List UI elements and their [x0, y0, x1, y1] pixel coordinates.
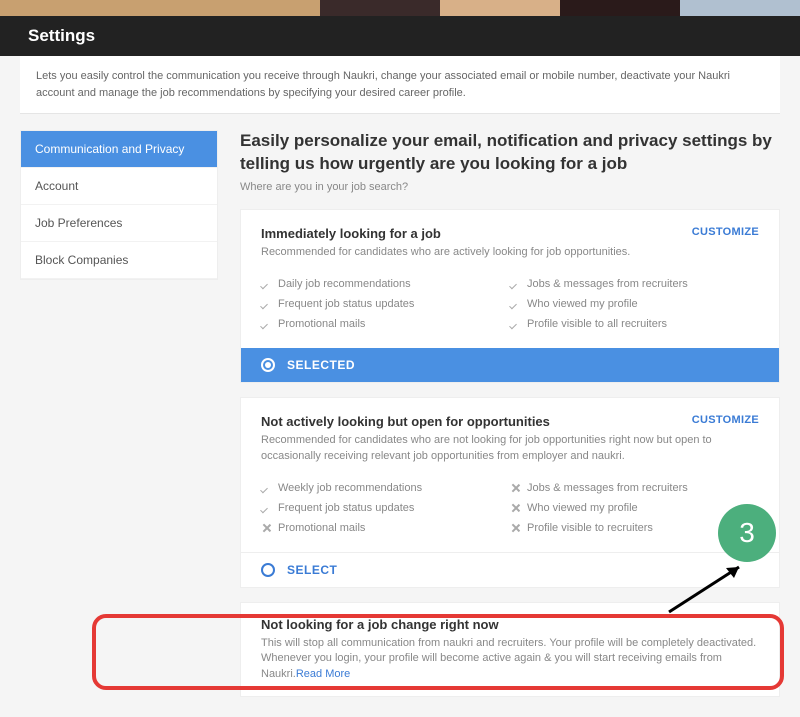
customize-button[interactable]: CUSTOMIZE [692, 226, 759, 238]
option-card-open: Not actively looking but open for opport… [240, 397, 780, 588]
sidebar-item-communication-privacy[interactable]: Communication and Privacy [21, 131, 217, 168]
x-icon [510, 523, 521, 534]
annotation-step-badge: 3 [718, 504, 776, 562]
feature-item: Profile visible to all recruiters [510, 314, 759, 334]
feature-label: Profile visible to all recruiters [527, 318, 667, 330]
feature-label: Profile visible to recruiters [527, 522, 653, 534]
customize-button[interactable]: CUSTOMIZE [692, 414, 759, 426]
check-icon [261, 483, 272, 494]
feature-label: Frequent job status updates [278, 502, 414, 514]
feature-label: Jobs & messages from recruiters [527, 482, 688, 494]
x-icon [510, 503, 521, 514]
option-title: Not looking for a job change right now [261, 617, 759, 632]
feature-item: Jobs & messages from recruiters [510, 478, 759, 498]
check-icon [510, 319, 521, 330]
radio-selected-icon [261, 358, 275, 372]
sidebar-item-block-companies[interactable]: Block Companies [21, 242, 217, 279]
feature-label: Daily job recommendations [278, 278, 411, 290]
sidebar-item-account[interactable]: Account [21, 168, 217, 205]
option-title: Immediately looking for a job [261, 226, 441, 241]
radio-unselected-icon [261, 563, 275, 577]
check-icon [261, 319, 272, 330]
check-icon [261, 503, 272, 514]
feature-label: Promotional mails [278, 318, 365, 330]
check-icon [510, 299, 521, 310]
check-icon [261, 279, 272, 290]
feature-item: Promotional mails [261, 314, 510, 334]
select-bar[interactable]: SELECT [241, 552, 779, 587]
feature-item: Frequent job status updates [261, 498, 510, 518]
feature-label: Who viewed my profile [527, 298, 638, 310]
selected-bar[interactable]: SELECTED [241, 348, 779, 382]
feature-item: Who viewed my profile [510, 294, 759, 314]
settings-intro-text: Lets you easily control the communicatio… [20, 56, 780, 114]
feature-label: Jobs & messages from recruiters [527, 278, 688, 290]
decorative-top-strip [0, 0, 800, 16]
option-title: Not actively looking but open for opport… [261, 414, 550, 429]
page-title: Settings [0, 16, 800, 56]
feature-item: Jobs & messages from recruiters [510, 274, 759, 294]
feature-item: Daily job recommendations [261, 274, 510, 294]
option-card-immediate: Immediately looking for a job CUSTOMIZE … [240, 209, 780, 383]
x-icon [261, 523, 272, 534]
select-label: SELECT [287, 563, 337, 577]
feature-label: Who viewed my profile [527, 502, 638, 514]
check-icon [510, 279, 521, 290]
settings-sidebar: Communication and Privacy Account Job Pr… [20, 130, 218, 280]
settings-content: Easily personalize your email, notificat… [240, 130, 780, 697]
option-desc: Recommended for candidates who are activ… [261, 245, 759, 260]
check-icon [261, 299, 272, 310]
feature-label: Promotional mails [278, 522, 365, 534]
option-desc: This will stop all communication from na… [261, 636, 759, 682]
content-subheading: Where are you in your job search? [240, 181, 780, 193]
feature-label: Frequent job status updates [278, 298, 414, 310]
feature-item: Frequent job status updates [261, 294, 510, 314]
feature-item: Promotional mails [261, 518, 510, 538]
selected-label: SELECTED [287, 358, 355, 372]
read-more-link[interactable]: Read More [296, 668, 350, 680]
sidebar-item-job-preferences[interactable]: Job Preferences [21, 205, 217, 242]
feature-item: Who viewed my profile [510, 498, 759, 518]
feature-label: Weekly job recommendations [278, 482, 422, 494]
x-icon [510, 483, 521, 494]
feature-item: Weekly job recommendations [261, 478, 510, 498]
option-card-not-looking[interactable]: Not looking for a job change right now T… [240, 602, 780, 697]
option-desc: Recommended for candidates who are not l… [261, 433, 759, 464]
content-heading: Easily personalize your email, notificat… [240, 130, 780, 176]
